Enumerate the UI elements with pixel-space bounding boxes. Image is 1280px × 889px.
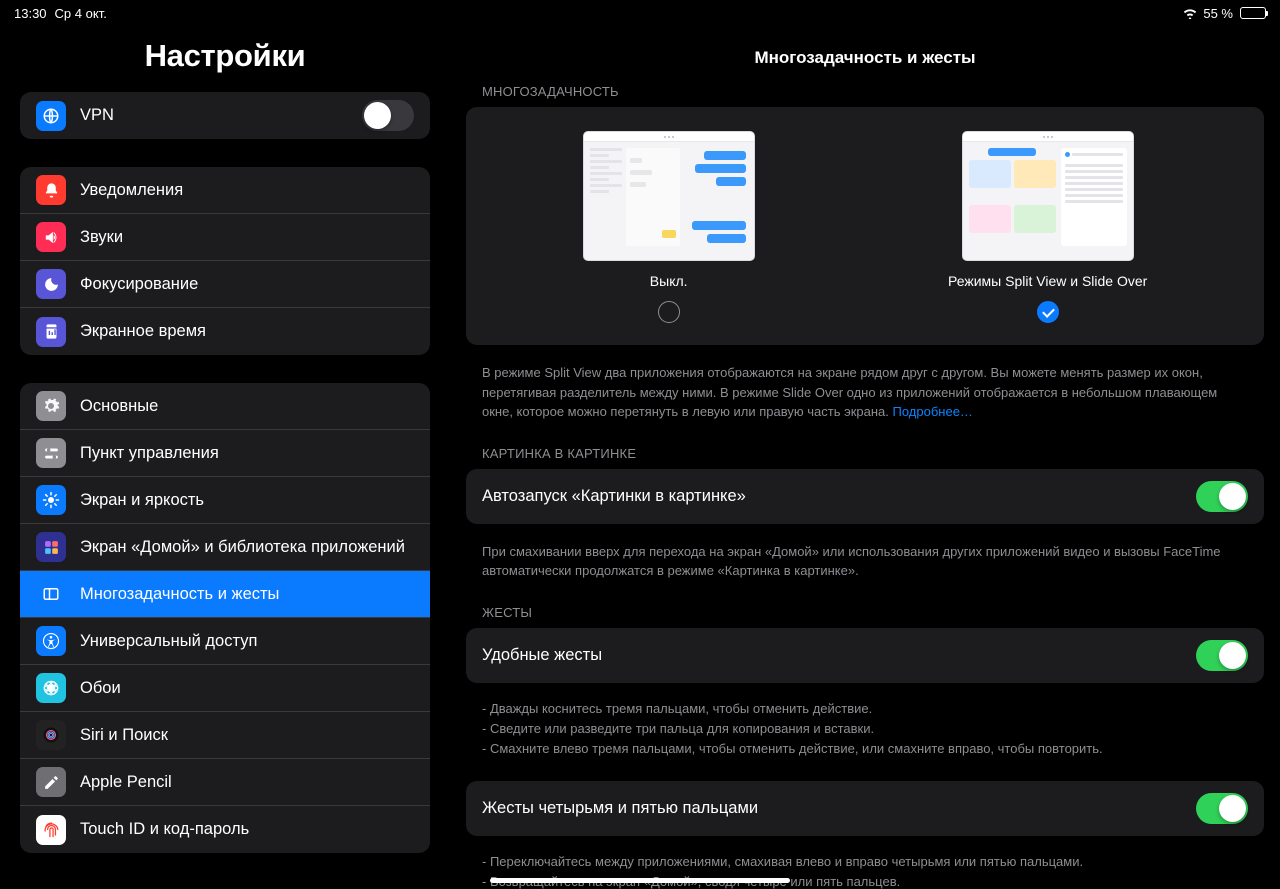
option-splitview-thumb [962, 131, 1134, 261]
sidebar-item-label: Уведомления [80, 180, 414, 201]
row-convenient-gestures[interactable]: Удобные жесты [466, 628, 1264, 683]
sidebar-item-label: Apple Pencil [80, 772, 414, 793]
screen-time-icon [36, 317, 66, 347]
general-icon [36, 391, 66, 421]
sidebar-item-multitasking[interactable]: Многозадачность и жесты [20, 571, 430, 618]
pip-toggle[interactable] [1196, 481, 1248, 512]
sidebar-item-label: Экран и яркость [80, 490, 414, 511]
sidebar-group-1: Уведомления Звуки Фокусирование Экранное вр… [20, 167, 430, 355]
wallpaper-icon [36, 673, 66, 703]
sidebar-item-label: Экран «Домой» и библиотека приложений [80, 537, 414, 558]
multitask-footer: В режиме Split View два приложения отобр… [450, 355, 1280, 446]
sidebar-item-label: Основные [80, 396, 414, 417]
pencil-icon [36, 767, 66, 797]
sidebar-item-pencil[interactable]: Apple Pencil [20, 759, 430, 806]
display-icon [36, 485, 66, 515]
option-splitview[interactable]: Режимы Split View и Slide Over [948, 131, 1147, 323]
sidebar-item-home-screen[interactable]: Экран «Домой» и библиотека приложений [20, 524, 430, 571]
pip-footer: При смахивании вверх для перехода на экр… [450, 534, 1280, 605]
sidebar-item-label: Экранное время [80, 321, 414, 342]
sidebar-item-vpn[interactable]: VPN [20, 92, 430, 139]
sidebar-item-wallpaper[interactable]: Обои [20, 665, 430, 712]
sounds-icon [36, 222, 66, 252]
home-indicator[interactable] [490, 878, 790, 883]
option-label: Режимы Split View и Slide Over [948, 273, 1147, 289]
sidebar-item-accessibility[interactable]: Универсальный доступ [20, 618, 430, 665]
status-time: 13:30 [14, 6, 47, 21]
row-pip-autostart[interactable]: Автозапуск «Картинки в картинке» [466, 469, 1264, 524]
status-bar: 13:30 Ср 4 окт. 55 % [0, 0, 1280, 26]
sidebar-group-2: Основные Пункт управления Экран и яркость Э… [20, 383, 430, 853]
row-45-finger-gestures[interactable]: Жесты четырьмя и пятью пальцами [466, 781, 1264, 836]
sidebar-item-screen-time[interactable]: Экранное время [20, 308, 430, 355]
section-header-pip: КАРТИНКА В КАРТИНКЕ [450, 446, 1280, 469]
gesture1-desc: - Дважды коснитесь тремя пальцами, чтобы… [450, 693, 1280, 781]
detail-pane: Многозадачность и жесты МНОГОЗАДАЧНОСТЬ … [450, 0, 1280, 889]
multitask-options-card: Выкл. [466, 107, 1264, 345]
multitasking-icon [36, 579, 66, 609]
battery-percent: 55 % [1203, 6, 1233, 21]
wifi-icon [1182, 7, 1198, 19]
sidebar-item-label: Многозадачность и жесты [80, 584, 414, 605]
sidebar-item-label: Универсальный доступ [80, 631, 414, 652]
radio-splitview[interactable] [1037, 301, 1059, 323]
home-screen-icon [36, 532, 66, 562]
siri-icon [36, 720, 66, 750]
learn-more-link[interactable]: Подробнее… [893, 404, 973, 419]
section-header-gestures: ЖЕСТЫ [450, 605, 1280, 628]
notifications-icon [36, 175, 66, 205]
sidebar-item-siri[interactable]: Siri и Поиск [20, 712, 430, 759]
sidebar-item-general[interactable]: Основные [20, 383, 430, 430]
globe-icon [36, 101, 66, 131]
sidebar-item-focus[interactable]: Фокусирование [20, 261, 430, 308]
sidebar-item-label: Siri и Поиск [80, 725, 414, 746]
sidebar-item-display[interactable]: Экран и яркость [20, 477, 430, 524]
sidebar-item-label: Фокусирование [80, 274, 414, 295]
option-off[interactable]: Выкл. [583, 131, 755, 323]
gesture1-toggle[interactable] [1196, 640, 1248, 671]
sidebar-item-label: Обои [80, 678, 414, 699]
sidebar-item-label: Пункт управления [80, 443, 414, 464]
accessibility-icon [36, 626, 66, 656]
sidebar-group-vpn: VPN [20, 92, 430, 139]
gesture2-toggle[interactable] [1196, 793, 1248, 824]
sidebar-item-label: VPN [80, 105, 362, 126]
sidebar-item-label: Звуки [80, 227, 414, 248]
sidebar: Настройки VPN УведомленияЗвукиФокусирова… [0, 0, 450, 889]
control-center-icon [36, 438, 66, 468]
sidebar-item-control-center[interactable]: Пункт управления [20, 430, 430, 477]
status-date: Ср 4 окт. [55, 6, 107, 21]
option-label: Выкл. [650, 273, 688, 289]
radio-off[interactable] [658, 301, 680, 323]
sidebar-item-touchid[interactable]: Touch ID и код-пароль [20, 806, 430, 853]
sidebar-item-notifications[interactable]: Уведомления [20, 167, 430, 214]
sidebar-item-sounds[interactable]: Звуки [20, 214, 430, 261]
battery-icon [1240, 7, 1266, 19]
option-off-thumb [583, 131, 755, 261]
vpn-toggle[interactable] [362, 100, 414, 131]
touchid-icon [36, 815, 66, 845]
focus-icon [36, 269, 66, 299]
sidebar-item-label: Touch ID и код-пароль [80, 819, 414, 840]
section-header-multitask: МНОГОЗАДАЧНОСТЬ [450, 84, 1280, 107]
